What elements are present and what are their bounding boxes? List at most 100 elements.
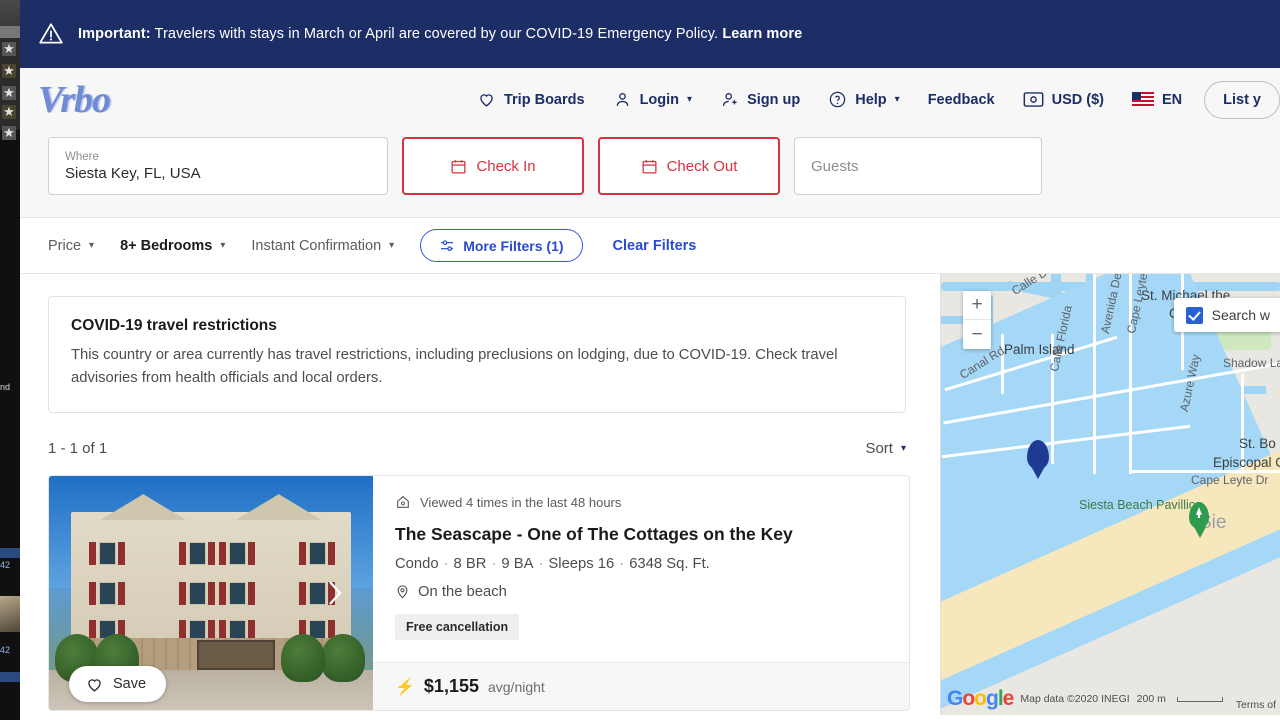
photo-next-button[interactable] (325, 578, 345, 608)
nav-help[interactable]: Help ▾ (814, 90, 913, 109)
filter-price[interactable]: Price ▾ (48, 238, 94, 254)
chevron-down-icon: ▾ (687, 94, 693, 105)
house-eye-icon (397, 496, 409, 509)
guests-placeholder: Guests (811, 157, 859, 175)
save-label: Save (113, 676, 147, 693)
google-attribution: Google Map data ©2020 INEGI 200 m (947, 687, 1223, 711)
property-card[interactable]: chevron-left-icon Save (48, 475, 910, 712)
calendar-icon (451, 159, 466, 174)
chevron-down-icon: ▾ (389, 240, 395, 251)
vrbo-logo[interactable]: Vrbo (38, 78, 111, 122)
map-pin-icon (397, 585, 408, 599)
map-panel[interactable]: Calle De Pen St. Michael the Cath Palm I… (940, 274, 1280, 715)
nav-label: EN (1161, 91, 1183, 108)
property-sleeps: Sleeps 16 (548, 556, 615, 573)
map-data-credit: Map data ©2020 INEGI (1020, 693, 1130, 705)
nav-label: Help (855, 91, 887, 108)
property-map-pin[interactable] (1027, 440, 1049, 479)
property-area: 6348 Sq. Ft. (629, 556, 710, 573)
background-toolbar (0, 0, 20, 26)
viewed-text: Viewed 4 times in the last 48 hours (420, 494, 622, 510)
map-zoom-in-button[interactable]: + (963, 291, 991, 320)
property-info: Viewed 4 times in the last 48 hours The … (373, 476, 909, 711)
background-text-fragment: 42 (0, 560, 11, 570)
price-value: $1,155 (423, 676, 479, 697)
alert-learn-more-link[interactable]: Learn more (722, 26, 802, 42)
map-label: Episcopal C (1213, 455, 1280, 470)
bookmark-star-icon: ★ (2, 125, 16, 140)
nav-label: Feedback (927, 91, 995, 108)
question-circle-icon (829, 91, 846, 108)
us-flag-icon (1131, 92, 1154, 107)
where-field[interactable]: Where Siesta Key, FL, USA (48, 137, 388, 195)
site-header: Vrbo Trip Boards Login ▾ Sign up Help ▾ … (20, 68, 1280, 131)
check-in-field[interactable]: Check In (402, 137, 584, 195)
results-header-row: 1 - 1 of 1 Sort ▾ (48, 440, 906, 457)
background-highlight-bar (0, 672, 20, 682)
check-out-field[interactable]: Check Out (598, 137, 780, 195)
filter-instant-confirmation[interactable]: Instant Confirmation ▾ (251, 238, 394, 254)
viewed-row: Viewed 4 times in the last 48 hours (395, 494, 887, 510)
bookmark-star-icon: ★ (2, 63, 16, 78)
nav-currency[interactable]: USD ($) (1009, 91, 1118, 108)
search-as-map-moves-control[interactable]: Search w (1173, 298, 1280, 332)
warning-triangle-icon (39, 23, 63, 44)
save-button[interactable]: Save (69, 666, 167, 703)
guests-field[interactable]: Guests (794, 137, 1042, 195)
background-highlight-bar (0, 548, 20, 558)
sort-dropdown[interactable]: Sort ▾ (865, 440, 906, 457)
bookmark-star-icon: ★ (2, 104, 16, 119)
map-zoom-controls: + − (963, 291, 991, 349)
filter-bar: Price ▾ 8+ Bedrooms ▾ Instant Confirmati… (20, 218, 1280, 274)
map-terms-link[interactable]: Terms of (1236, 699, 1276, 711)
where-value: Siesta Key, FL, USA (65, 164, 201, 182)
nav-trip-boards[interactable]: Trip Boards (463, 90, 599, 109)
covid-card-body: This country or area currently has trave… (71, 347, 838, 387)
more-filters-button[interactable]: More Filters (1) (420, 229, 583, 262)
covid-restrictions-card: COVID-19 travel restrictions This countr… (48, 296, 906, 414)
filter-label: 8+ Bedrooms (120, 237, 213, 254)
background-thumbnail (0, 596, 20, 632)
free-cancellation-badge: Free cancellation (395, 614, 520, 641)
nav-login[interactable]: Login ▾ (599, 90, 707, 109)
chevron-down-icon: ▾ (89, 240, 95, 251)
browser-viewport: Important: Travelers with stays in March… (20, 0, 1280, 720)
search-as-map-moves-label: Search w (1211, 307, 1270, 323)
user-add-icon (722, 92, 737, 106)
nav-label: Login (639, 91, 680, 108)
list-your-property-button[interactable]: List y (1204, 80, 1280, 119)
nav-language[interactable]: EN (1118, 92, 1196, 108)
heart-icon (480, 94, 493, 107)
check-in-placeholder: Check In (476, 157, 536, 175)
heart-icon (88, 678, 101, 692)
alert-text: Important: Travelers with stays in March… (78, 26, 802, 42)
nav-feedback[interactable]: Feedback (914, 92, 1009, 108)
chevron-down-icon: ▾ (220, 240, 226, 251)
property-location: On the beach (395, 583, 887, 600)
covid-alert-banner: Important: Travelers with stays in March… (20, 0, 1280, 68)
nav-label: USD ($) (1051, 91, 1104, 108)
calendar-icon (642, 159, 657, 174)
map-label: Siesta Beach Pavillion (1079, 498, 1203, 512)
more-filters-label: More Filters (1) (463, 237, 564, 254)
nav-sign-up[interactable]: Sign up (706, 90, 814, 109)
bolt-icon: ⚡ (395, 678, 415, 696)
map-label: St. Bo (1239, 436, 1276, 451)
filter-bedrooms[interactable]: 8+ Bedrooms ▾ (120, 238, 225, 254)
map-scale-label: 200 m (1136, 693, 1166, 705)
filter-label: Instant Confirmation (251, 237, 382, 254)
location-text: On the beach (418, 583, 507, 600)
property-title[interactable]: The Seascape - One of The Cottages on th… (395, 524, 887, 545)
background-window-strip: ★ ★ ★ ★ ★ nd 42 42 (0, 0, 20, 720)
filter-label: Price (48, 237, 82, 254)
search-as-map-moves-checkbox[interactable] (1185, 306, 1203, 324)
clear-filters-button[interactable]: Clear Filters (613, 238, 697, 254)
map-label: Cape Leyte Dr (1191, 473, 1269, 487)
poi-map-pin[interactable] (1189, 502, 1209, 538)
search-bar: Where Siesta Key, FL, USA Check In Check… (20, 131, 1280, 218)
check-out-placeholder: Check Out (666, 157, 738, 175)
sliders-icon (441, 239, 454, 251)
property-photo[interactable]: chevron-left-icon Save (49, 476, 373, 711)
nav-label: Trip Boards (503, 91, 585, 108)
map-zoom-out-button[interactable]: − (963, 320, 991, 349)
